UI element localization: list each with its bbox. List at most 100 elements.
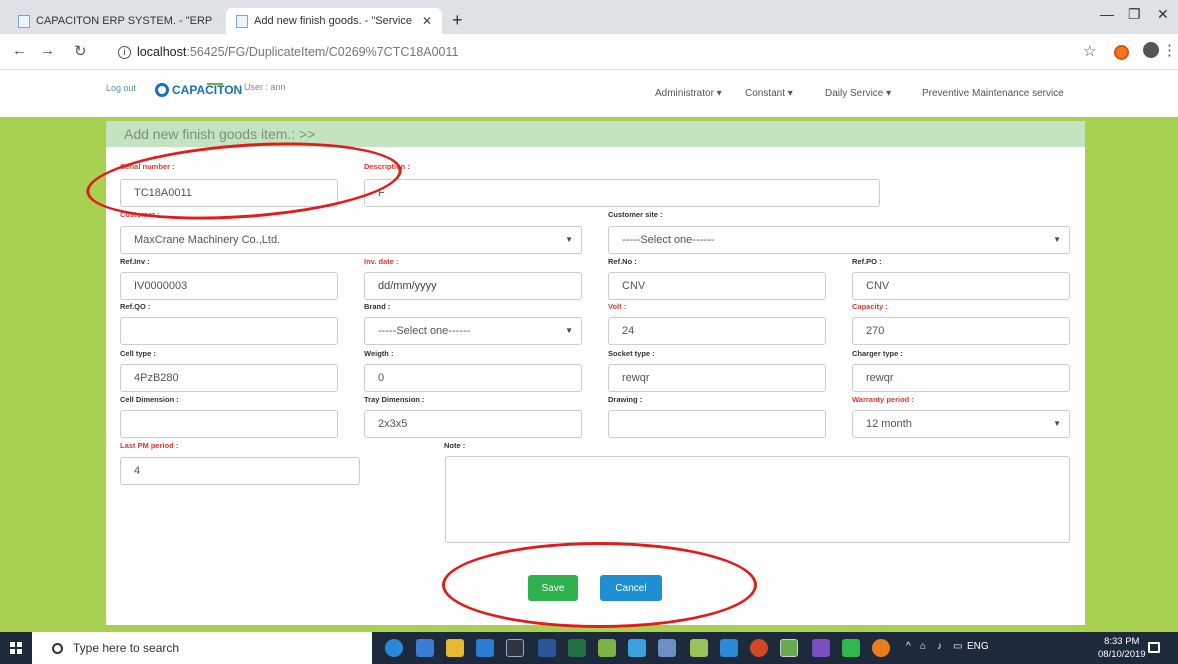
description-field[interactable]: F	[364, 179, 880, 207]
info-icon[interactable]: i	[118, 45, 131, 59]
charger-type-label: Charger type :	[852, 349, 903, 358]
new-tab-icon[interactable]: +	[452, 10, 463, 31]
socket-type-field[interactable]: rewqr	[608, 364, 826, 392]
excel-icon[interactable]	[568, 639, 586, 657]
chevron-down-icon: ▼	[1053, 235, 1061, 244]
lightroom-icon[interactable]	[506, 639, 524, 657]
task-view-icon[interactable]	[385, 639, 403, 657]
battery-icon[interactable]: ▭	[953, 641, 962, 652]
visual-studio-icon[interactable]	[812, 639, 830, 657]
tab-title: CAPACITON ERP SYSTEM. - "ERP	[36, 15, 213, 27]
ref-qo-label: Ref.QO :	[120, 302, 151, 311]
customer-value: MaxCrane Machinery Co.,Ltd.	[134, 234, 281, 246]
url-host: localhost	[137, 45, 187, 59]
menu-constant[interactable]: Constant ▾	[745, 88, 793, 99]
taskbar-search-input[interactable]: Type here to search	[32, 632, 372, 664]
menu-preventive-maintenance[interactable]: Preventive Maintenance service	[922, 88, 1064, 99]
socket-type-label: Socket type :	[608, 349, 655, 358]
url-input[interactable]: i localhost:56425/FG/DuplicateItem/C0269…	[110, 40, 1110, 64]
vscode-icon[interactable]	[720, 639, 738, 657]
ref-po-label: Ref.PO :	[852, 257, 882, 266]
ref-no-label: Ref.No :	[608, 257, 637, 266]
cell-type-field[interactable]: 4PzB280	[120, 364, 338, 392]
menu-administrator[interactable]: Administrator ▾	[655, 88, 722, 99]
notification-icon[interactable]	[1148, 642, 1160, 653]
menu-kebab-icon[interactable]: ⋮	[1162, 41, 1177, 59]
site-header: Log out CAPACITON User : ann Administrat…	[0, 71, 1178, 117]
cell-dimension-field[interactable]	[120, 410, 338, 438]
back-icon[interactable]: ←	[12, 42, 27, 59]
word-icon[interactable]	[538, 639, 556, 657]
clock[interactable]: 8:33 PM 08/10/2019	[1098, 635, 1146, 661]
cell-dimension-label: Cell Dimension :	[120, 395, 179, 404]
tray-chevron-icon[interactable]: ^	[906, 641, 911, 652]
logout-link[interactable]: Log out	[106, 83, 136, 93]
volt-label: Volt :	[608, 302, 627, 311]
drawing-field[interactable]	[608, 410, 826, 438]
warranty-period-select[interactable]: 12 month ▼	[852, 410, 1070, 438]
brand-select[interactable]: -----Select one------ ▼	[364, 317, 582, 345]
weight-field[interactable]: 0	[364, 364, 582, 392]
bookmark-star-icon[interactable]: ☆	[1083, 42, 1096, 60]
warranty-period-value: 12 month	[866, 418, 912, 430]
browser-tab-add-finish-goods[interactable]: Add new finish goods. - "Service ✕	[226, 8, 442, 34]
line-icon[interactable]	[842, 639, 860, 657]
powerpoint-icon[interactable]	[750, 639, 768, 657]
brand-value: -----Select one------	[378, 325, 471, 337]
close-icon[interactable]: ✕	[416, 14, 432, 28]
url-path: :56425/FG/DuplicateItem/C0269%7CTC18A001…	[186, 45, 459, 59]
ref-qo-field[interactable]	[120, 317, 338, 345]
note-textarea[interactable]	[445, 456, 1070, 543]
account-icon[interactable]	[1143, 42, 1159, 58]
page-icon	[236, 14, 248, 28]
customer-site-select[interactable]: -----Select one------ ▼	[608, 226, 1070, 254]
mail-icon[interactable]	[416, 639, 434, 657]
minimize-icon[interactable]: —	[1100, 6, 1114, 22]
ref-no-field[interactable]: CNV	[608, 272, 826, 300]
clock-date: 08/10/2019	[1098, 649, 1146, 660]
app-icon[interactable]	[658, 639, 676, 657]
chevron-down-icon: ▼	[565, 235, 573, 244]
firefox-icon[interactable]	[872, 639, 890, 657]
tab-title: Add new finish goods. - "Service	[254, 15, 412, 27]
extension-icon[interactable]	[1114, 45, 1129, 60]
inv-date-label: Inv. date :	[364, 257, 399, 266]
language-indicator[interactable]: ENG	[967, 641, 989, 652]
charger-type-field[interactable]: rewqr	[852, 364, 1070, 392]
app-icon[interactable]	[628, 639, 646, 657]
network-icon[interactable]: ⌂	[920, 641, 926, 652]
ref-inv-label: Ref.Inv :	[120, 257, 150, 266]
volt-field[interactable]: 24	[608, 317, 826, 345]
volume-icon[interactable]: ♪	[937, 641, 942, 652]
browser-tab-erp[interactable]: CAPACITON ERP SYSTEM. - "ERP ✕	[8, 8, 220, 34]
inv-date-field[interactable]: dd/mm/yyyy	[364, 272, 582, 300]
last-pm-period-field[interactable]: 4	[120, 457, 360, 485]
customer-select[interactable]: MaxCrane Machinery Co.,Ltd. ▼	[120, 226, 582, 254]
file-explorer-icon[interactable]	[446, 639, 464, 657]
brand-label: Brand :	[364, 302, 391, 311]
reload-icon[interactable]: ↻	[74, 42, 87, 60]
capaciton-logo: CAPACITON	[155, 83, 242, 97]
search-icon	[52, 642, 63, 654]
clock-time: 8:33 PM	[1104, 636, 1140, 647]
forward-icon[interactable]: →	[40, 42, 55, 59]
search-placeholder: Type here to search	[73, 641, 180, 655]
app-icon[interactable]	[690, 639, 708, 657]
notepad-icon[interactable]	[598, 639, 616, 657]
capacity-field[interactable]: 270	[852, 317, 1070, 345]
restore-icon[interactable]: ❐	[1128, 6, 1141, 23]
chevron-down-icon: ▼	[1053, 419, 1061, 428]
window-close-icon[interactable]: ✕	[1157, 6, 1169, 23]
windows-taskbar: Type here to search ^ ⌂ ♪ ▭ ENG 8:33 PM …	[0, 632, 1178, 664]
cell-type-label: Cell type :	[120, 349, 156, 358]
customer-site-label: Customer site :	[608, 210, 663, 219]
chrome-icon[interactable]	[780, 639, 798, 657]
close-icon[interactable]: ✕	[212, 14, 220, 28]
store-icon[interactable]	[476, 639, 494, 657]
windows-start-icon[interactable]	[10, 642, 22, 654]
ref-inv-field[interactable]: IV0000003	[120, 272, 338, 300]
ref-po-field[interactable]: CNV	[852, 272, 1070, 300]
tray-dimension-field[interactable]: 2x3x5	[364, 410, 582, 438]
customer-site-value: -----Select one------	[622, 234, 715, 246]
menu-daily-service[interactable]: Daily Service ▾	[825, 88, 891, 99]
